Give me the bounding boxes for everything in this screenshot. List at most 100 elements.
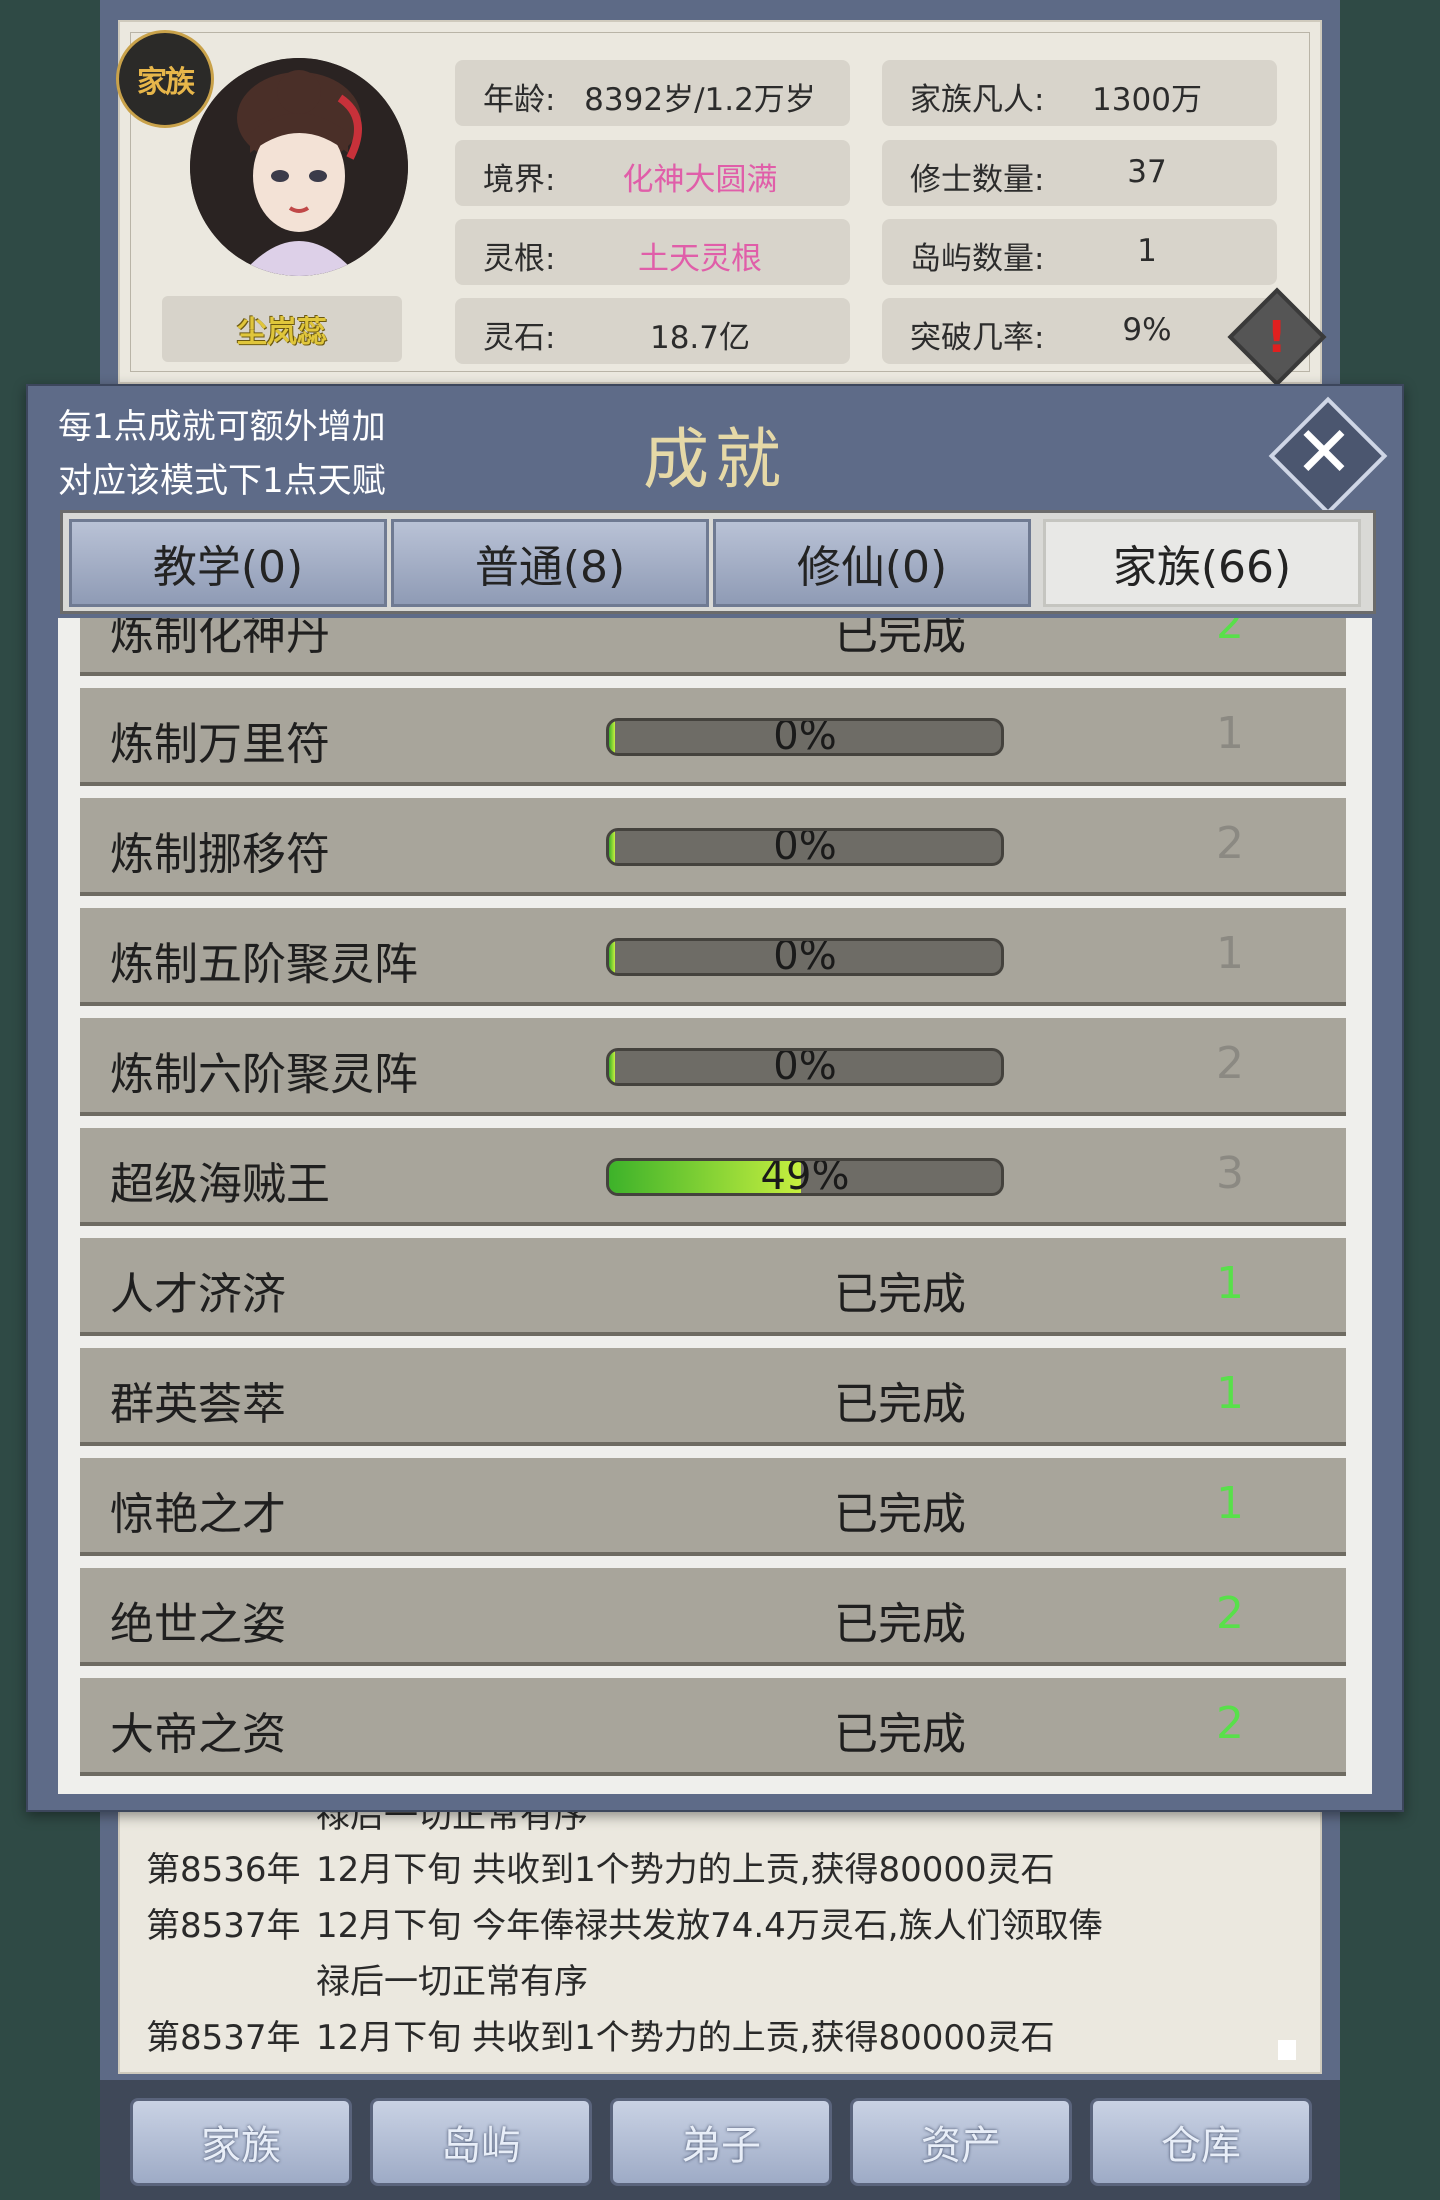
achievement-name: 炼制挪移符 bbox=[110, 829, 330, 880]
achievement-progress-bar: 0% bbox=[606, 828, 1004, 866]
stat-value: 9% bbox=[1122, 312, 1172, 348]
family-tag-badge: 家族 bbox=[116, 30, 214, 128]
log-line-text: 12月下旬 今年俸禄共发放74.4万灵石,族人们领取俸 bbox=[316, 1906, 1103, 1946]
tab-teaching[interactable]: 教学(0) bbox=[69, 519, 387, 607]
stat-label: 灵根: bbox=[483, 241, 556, 277]
achievement-progress-bar: 49% bbox=[606, 1158, 1004, 1196]
stat-label: 突破几率: bbox=[910, 320, 1045, 356]
log-line-text: 12月下旬 共收到1个势力的上贡,获得80000灵石 bbox=[316, 2018, 1055, 2058]
stat-label: 岛屿数量: bbox=[910, 241, 1045, 277]
stat-value: 8392岁/1.2万岁 bbox=[584, 82, 816, 118]
log-line-year: 第8537年 bbox=[146, 2018, 301, 2058]
stat-value: 1 bbox=[1137, 233, 1157, 269]
achievement-status: 已完成 bbox=[834, 1599, 966, 1650]
achievement-status: 已完成 bbox=[834, 618, 966, 660]
achievement-points: 1 bbox=[1216, 1258, 1244, 1309]
stat-label: 年龄: bbox=[483, 82, 556, 118]
stat-cultivators: 修士数量: 37 bbox=[882, 140, 1277, 206]
stat-label: 家族凡人: bbox=[910, 82, 1045, 118]
stat-spirit-root: 灵根: 土天灵根 bbox=[455, 219, 850, 285]
achievement-row: 炼制挪移符 0% 2 bbox=[80, 798, 1346, 896]
stat-age: 年龄: 8392岁/1.2万岁 bbox=[455, 60, 850, 126]
achievement-points: 1 bbox=[1216, 1368, 1244, 1419]
achievement-progress-bar: 0% bbox=[606, 1048, 1004, 1086]
stat-value: 37 bbox=[1127, 154, 1167, 190]
nav-assets-button[interactable]: 资产 bbox=[850, 2098, 1072, 2186]
close-button[interactable]: ✕ bbox=[1268, 396, 1388, 516]
achievement-points: 1 bbox=[1216, 1478, 1244, 1529]
stat-value: 18.7亿 bbox=[649, 320, 751, 356]
achievement-points: 1 bbox=[1216, 708, 1244, 759]
stat-spirit-stones: 灵石: 18.7亿 bbox=[455, 298, 850, 364]
achievement-row: 人才济济 已完成 1 bbox=[80, 1238, 1346, 1336]
achievement-name: 绝世之姿 bbox=[110, 1599, 286, 1650]
log-line-text: 12月下旬 共收到1个势力的上贡,获得80000灵石 bbox=[316, 1850, 1055, 1890]
achievement-row: 炼制化神丹 已完成 2 bbox=[80, 618, 1346, 676]
achievement-row: 超级海贼王 49% 3 bbox=[80, 1128, 1346, 1226]
achievement-name: 炼制化神丹 bbox=[110, 618, 330, 660]
achievement-name: 超级海贼王 bbox=[110, 1159, 330, 1210]
tab-normal[interactable]: 普通(8) bbox=[391, 519, 709, 607]
achievement-tabs: 教学(0) 普通(8) 修仙(0) 家族(66) bbox=[60, 510, 1376, 614]
log-scrollbar[interactable] bbox=[1278, 2040, 1296, 2060]
nav-family-button[interactable]: 家族 bbox=[130, 2098, 352, 2186]
achievement-row: 大帝之资 已完成 2 bbox=[80, 1678, 1346, 1776]
achievement-name: 炼制六阶聚灵阵 bbox=[110, 1049, 418, 1100]
achievement-row: 炼制五阶聚灵阵 0% 1 bbox=[80, 908, 1346, 1006]
achievement-progress-bar: 0% bbox=[606, 938, 1004, 976]
achievement-points: 1 bbox=[1216, 928, 1244, 979]
achievement-name: 人才济济 bbox=[110, 1269, 286, 1320]
character-portrait-icon bbox=[190, 58, 408, 276]
progress-text: 49% bbox=[760, 1158, 850, 1196]
stat-value: 1300万 bbox=[1092, 82, 1202, 118]
achievement-name: 群英荟萃 bbox=[110, 1379, 286, 1430]
log-line-text: 禄后一切正常有序 bbox=[316, 1962, 588, 2002]
achievement-name: 炼制万里符 bbox=[110, 719, 330, 770]
log-line-year: 第8537年 bbox=[146, 1906, 301, 1946]
progress-text: 0% bbox=[773, 718, 837, 756]
achievement-name: 大帝之资 bbox=[110, 1709, 286, 1760]
close-icon: ✕ bbox=[1294, 411, 1354, 493]
avatar[interactable] bbox=[190, 58, 408, 276]
log-line-year: 第8536年 bbox=[146, 1850, 301, 1890]
achievement-row: 群英荟萃 已完成 1 bbox=[80, 1348, 1346, 1446]
achievement-points: 2 bbox=[1216, 1038, 1244, 1089]
achievement-points: 2 bbox=[1216, 1698, 1244, 1749]
tab-cultivation[interactable]: 修仙(0) bbox=[713, 519, 1031, 607]
stat-label: 境界: bbox=[483, 162, 556, 198]
achievement-status: 已完成 bbox=[834, 1489, 966, 1540]
stat-islands: 岛屿数量: 1 bbox=[882, 219, 1277, 285]
progress-text: 0% bbox=[773, 1048, 837, 1086]
achievement-row: 惊艳之才 已完成 1 bbox=[80, 1458, 1346, 1556]
nav-warehouse-button[interactable]: 仓库 bbox=[1090, 2098, 1312, 2186]
nav-islands-button[interactable]: 岛屿 bbox=[370, 2098, 592, 2186]
stat-value: 化神大圆满 bbox=[622, 162, 778, 198]
achievement-modal: 每1点成就可额外增加 对应该模式下1点天赋 成就 ✕ 教学(0) 普通(8) 修… bbox=[26, 384, 1404, 1812]
achievement-row: 炼制六阶聚灵阵 0% 2 bbox=[80, 1018, 1346, 1116]
stat-label: 修士数量: bbox=[910, 162, 1045, 198]
achievement-points: 2 bbox=[1216, 1588, 1244, 1639]
achievement-row: 炼制万里符 0% 1 bbox=[80, 688, 1346, 786]
progress-text: 0% bbox=[773, 938, 837, 976]
stat-value: 土天灵根 bbox=[638, 241, 762, 277]
achievement-list[interactable]: 炼制化神丹 已完成 2 炼制万里符 0% 1 炼制挪移符 0% 2 炼制五阶聚灵阵 0% 1 炼制六阶聚… bbox=[58, 618, 1372, 1794]
achievement-progress-bar: 0% bbox=[606, 718, 1004, 756]
stat-label: 灵石: bbox=[483, 320, 556, 356]
modal-title: 成就 bbox=[643, 421, 787, 498]
tab-family[interactable]: 家族(66) bbox=[1043, 519, 1361, 607]
achievement-status: 已完成 bbox=[834, 1269, 966, 1320]
stat-breakthrough-rate: 突破几率: 9% bbox=[882, 298, 1277, 364]
stat-mortals: 家族凡人: 1300万 bbox=[882, 60, 1277, 126]
stat-realm: 境界: 化神大圆满 bbox=[455, 140, 850, 206]
achievement-status: 已完成 bbox=[834, 1709, 966, 1760]
achievement-status: 已完成 bbox=[834, 1379, 966, 1430]
nav-disciples-button[interactable]: 弟子 bbox=[610, 2098, 832, 2186]
character-name: 尘岚蕊 bbox=[162, 296, 402, 362]
achievement-points: 3 bbox=[1216, 1148, 1244, 1199]
achievement-points: 2 bbox=[1216, 818, 1244, 869]
achievement-name: 惊艳之才 bbox=[110, 1489, 286, 1540]
progress-text: 0% bbox=[773, 828, 837, 866]
achievement-points: 2 bbox=[1216, 618, 1244, 649]
achievement-row: 绝世之姿 已完成 2 bbox=[80, 1568, 1346, 1666]
achievement-name: 炼制五阶聚灵阵 bbox=[110, 939, 418, 990]
